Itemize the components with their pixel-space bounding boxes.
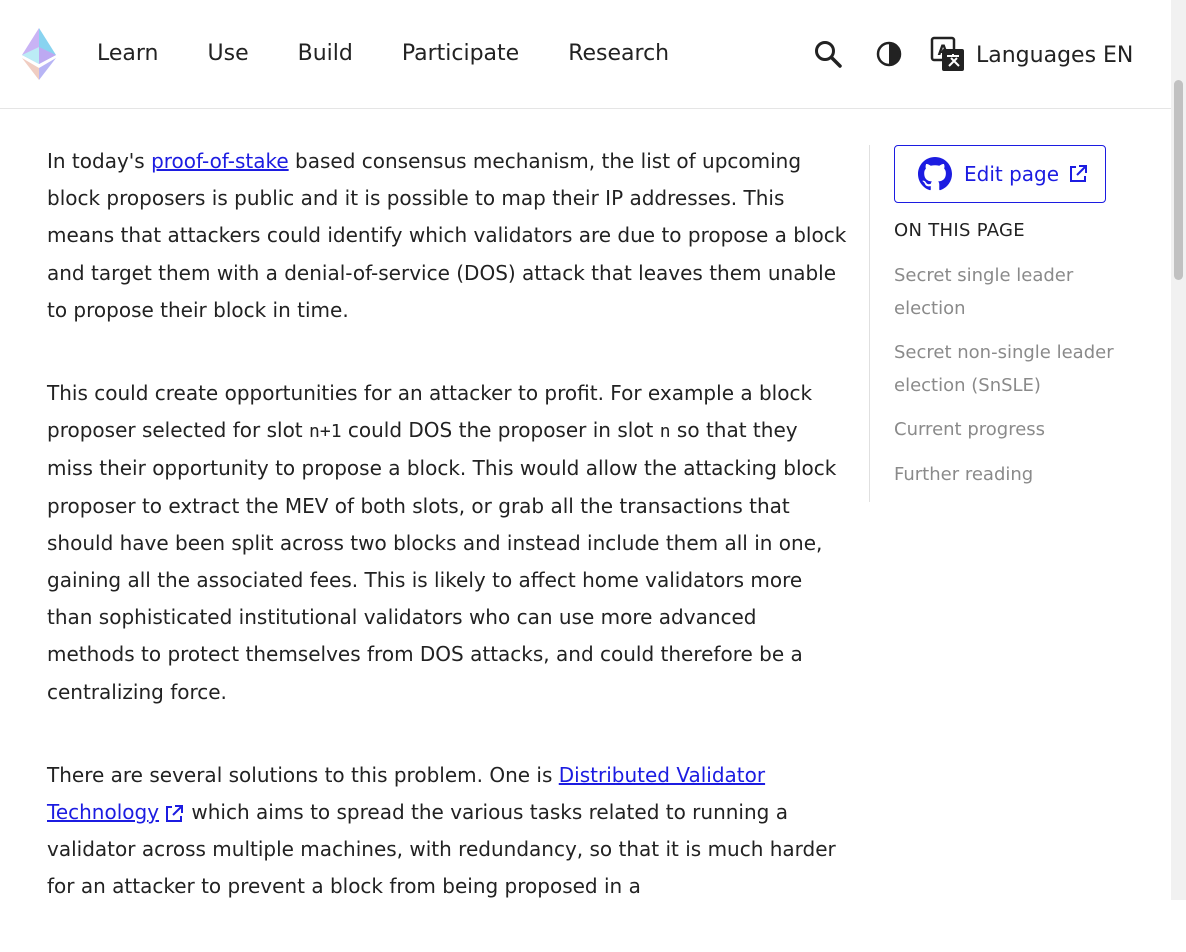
paragraph-profit: This could create opportunities for an a… [47,381,837,704]
page-scrollbar[interactable] [1171,0,1186,900]
edit-page-button[interactable]: Edit page [894,145,1106,203]
toc-item-further-reading[interactable]: Further reading [894,459,1144,492]
toc-title: ON THIS PAGE [894,220,1025,241]
nav-learn[interactable]: Learn [97,38,159,70]
site-header: Learn Use Build Participate Research A L… [0,0,1171,109]
proof-of-stake-link[interactable]: proof-of-stake [151,149,289,173]
paragraph-dos-risk: In today's proof-of-stake based consensu… [47,149,847,322]
search-icon[interactable] [812,38,844,70]
ethereum-logo[interactable] [20,26,58,82]
external-link-icon [1070,165,1088,182]
nav-research[interactable]: Research [568,38,669,70]
toc-item-current-progress[interactable]: Current progress [894,414,1144,447]
nav-build[interactable]: Build [298,38,353,70]
paragraph-solutions: There are several solutions to this prob… [47,762,836,899]
translate-icon: A [930,36,964,71]
main-nav: Learn Use Build Participate Research [97,38,718,70]
nav-participate[interactable]: Participate [402,38,519,70]
article-body: In today's proof-of-stake based consensu… [47,143,847,952]
github-icon [918,157,952,191]
toc-item-snsle[interactable]: Secret non-single leader election (SnSLE… [894,337,1144,402]
code-slot-n-plus-1: n+1 [309,421,342,443]
scrollbar-thumb[interactable] [1174,80,1183,280]
table-of-contents: Secret single leader election Secret non… [894,260,1144,503]
half-moon-icon[interactable] [874,38,904,70]
edit-page-label: Edit page [964,162,1060,186]
language-picker[interactable]: A Languages EN [930,36,1133,74]
external-link-icon [166,804,184,822]
nav-use[interactable]: Use [208,38,249,70]
toc-item-secret-single-leader-election[interactable]: Secret single leader election [894,260,1144,325]
sidebar-divider [869,145,870,502]
code-slot-n: n [659,421,671,443]
language-label: Languages EN [976,42,1134,68]
